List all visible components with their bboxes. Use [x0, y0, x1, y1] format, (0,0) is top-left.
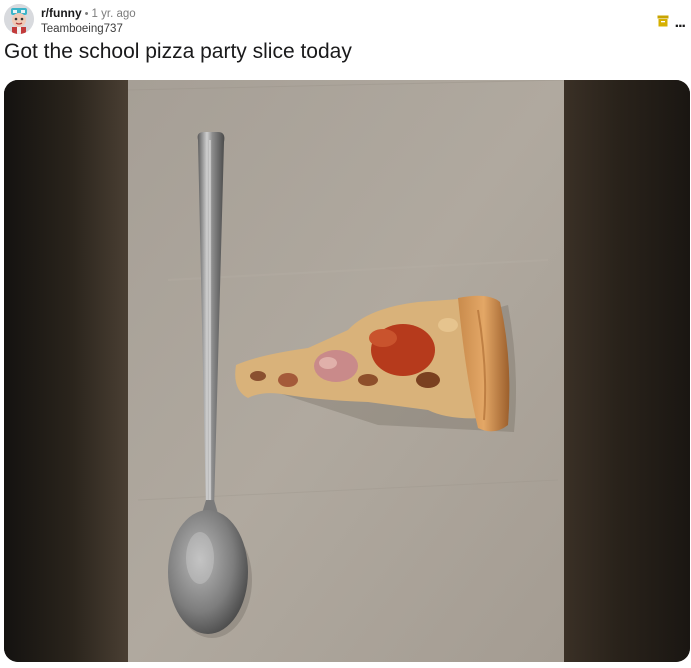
post-actions: ...: [657, 14, 686, 32]
archive-icon[interactable]: [657, 14, 669, 32]
author-link[interactable]: Teamboeing737: [41, 22, 136, 37]
avatar-icon: [4, 4, 34, 34]
more-options-icon[interactable]: ...: [675, 15, 686, 31]
post-image[interactable]: [128, 80, 564, 662]
post-media[interactable]: [4, 80, 690, 662]
post-meta: r/funny • 1 yr. ago Teamboeing737: [41, 6, 136, 37]
post-title[interactable]: Got the school pizza party slice today: [4, 38, 352, 66]
subreddit-link[interactable]: r/funny: [41, 6, 82, 20]
post-age: 1 yr. ago: [91, 8, 136, 20]
media-blur-left: [4, 80, 128, 662]
subreddit-avatar[interactable]: [4, 4, 34, 34]
meta-separator: •: [84, 8, 89, 20]
media-blur-right: [564, 80, 690, 662]
post-header: r/funny • 1 yr. ago Teamboeing737 ...: [4, 4, 691, 38]
